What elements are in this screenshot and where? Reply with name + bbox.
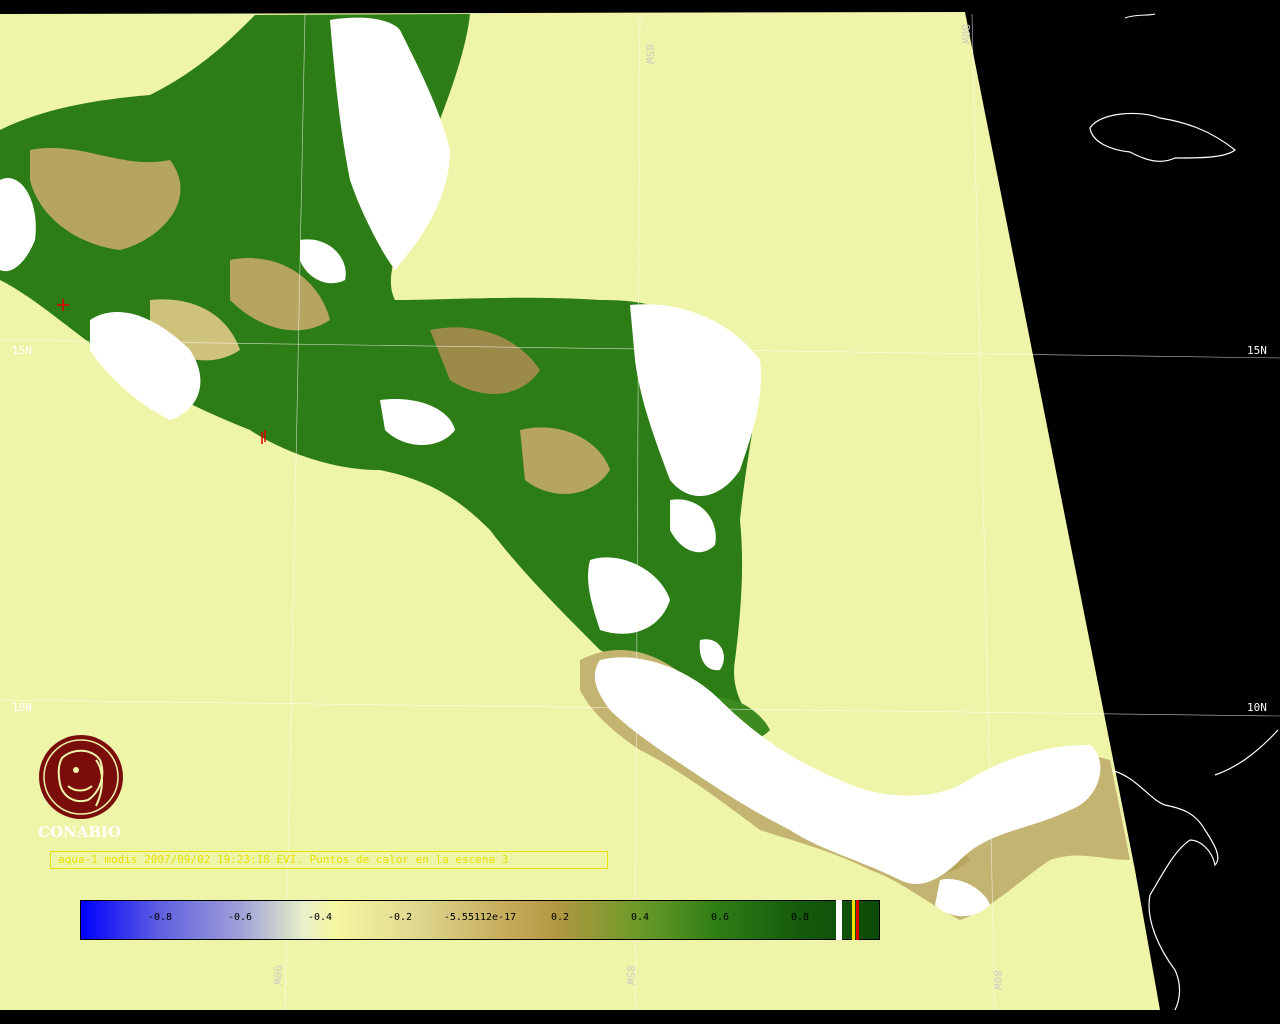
label-10n-right: 10N [1247, 701, 1267, 714]
label-90w-bottom: 90W [271, 965, 284, 985]
colorbar-tick: -0.6 [227, 912, 253, 923]
scene-caption: aqua-1 modis 2007/09/02 19:23:18 EVI. Pu… [58, 853, 509, 866]
label-85w-bottom: 85W [624, 965, 637, 985]
colorbar-tick: 0.2 [550, 912, 570, 923]
label-15n-left: 15N [12, 344, 32, 357]
label-85w-top: 85W [643, 44, 656, 64]
evi-map: 15N 15N 10N 10N 85W 80W 90W 85W 80W CONA… [0, 0, 1280, 1024]
label-80w-top: 80W [959, 24, 972, 44]
fire-swatch [856, 900, 859, 940]
colorbar-tick: 0.4 [630, 912, 650, 923]
label-15n-right: 15N [1247, 344, 1267, 357]
colorbar-tick: -0.2 [387, 912, 413, 923]
colorbar-tick: -5.55112e-17 [443, 912, 517, 923]
cloud-swatch [836, 900, 842, 940]
logo-wordmark: CONABIO [38, 823, 121, 841]
label-80w-bottom: 80W [991, 970, 1004, 990]
colorbar-tick: 0.8 [790, 912, 810, 923]
label-10n-left: 10N [12, 701, 32, 714]
colorbar-tick: -0.8 [147, 912, 173, 923]
colorbar-tick: -0.4 [307, 912, 333, 923]
colorbar-tick: 0.6 [710, 912, 730, 923]
yellow-swatch [852, 900, 855, 940]
conabio-logo: CONABIO [38, 735, 123, 841]
